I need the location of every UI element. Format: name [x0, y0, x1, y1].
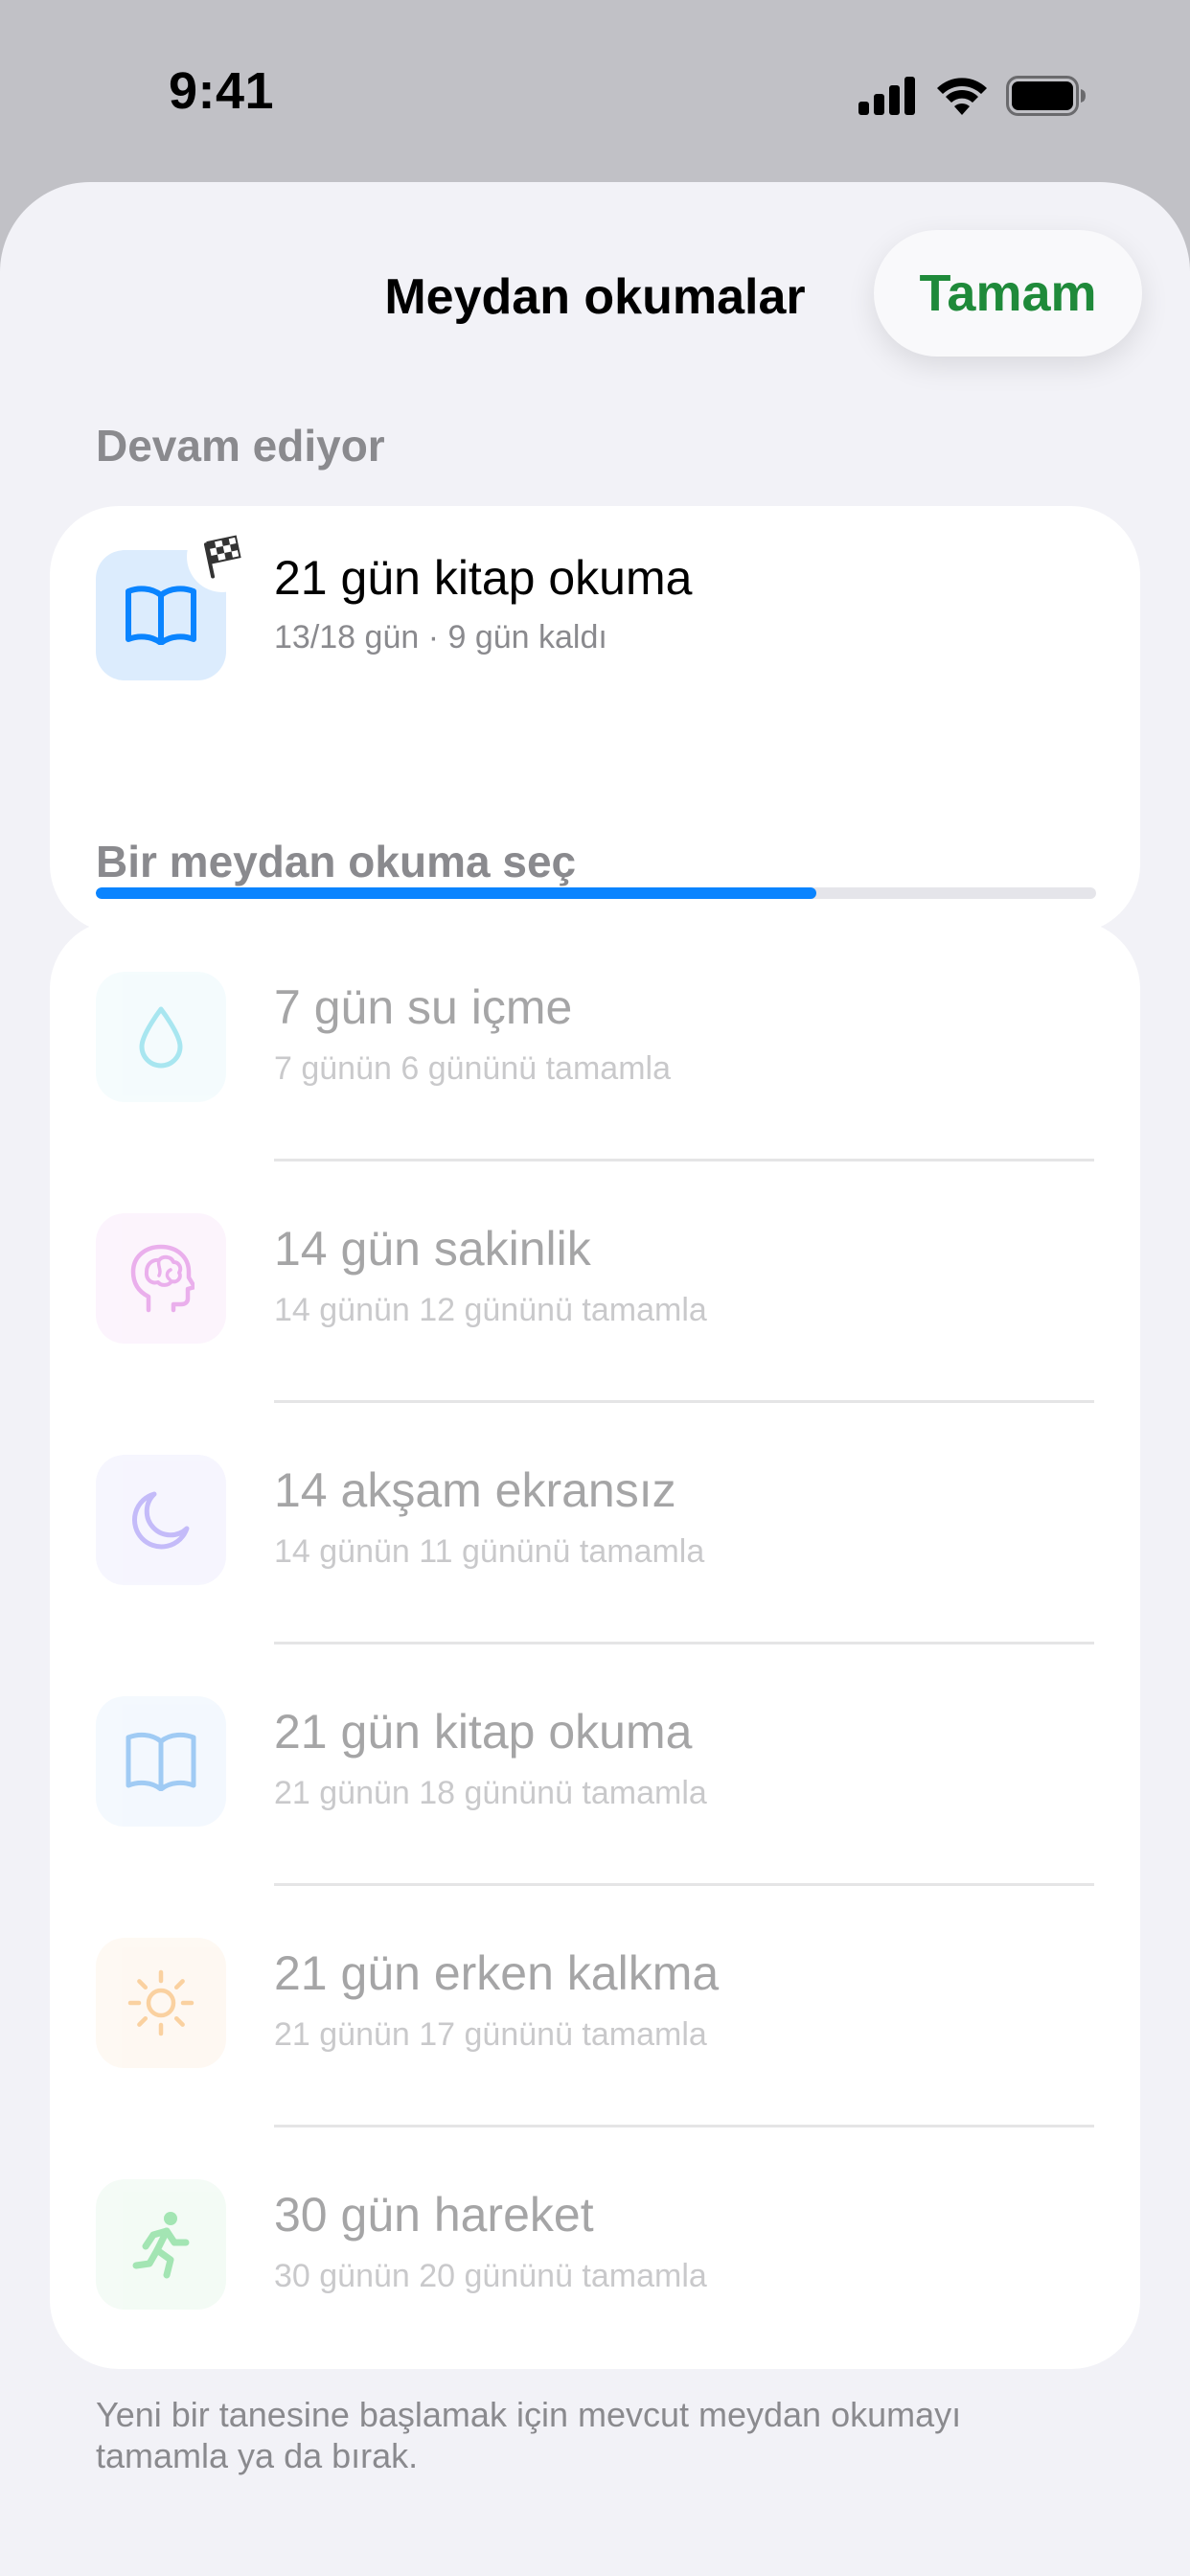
brain-head-icon	[130, 1244, 195, 1313]
challenges-sheet: Meydan okumalar Tamam Devam ediyor 21 gü…	[0, 182, 1190, 2576]
sun-icon	[127, 1969, 195, 2036]
status-time: 9:41	[169, 62, 275, 120]
challenge-row-calm[interactable]: 14 gün sakinlik 14 günün 12 gününü tamam…	[50, 1162, 1140, 1403]
challenge-subtitle: 30 günün 20 gününü tamamla	[274, 2258, 707, 2294]
battery-icon	[1006, 76, 1086, 116]
challenge-icon-tile	[96, 1696, 226, 1827]
flag-badge	[187, 521, 258, 592]
challenge-icon-tile	[96, 1213, 226, 1344]
active-challenge-subtitle: 13/18 gün · 9 gün kaldı	[274, 619, 607, 656]
challenge-title: 14 gün sakinlik	[274, 1222, 591, 1276]
challenge-icon-tile	[96, 2179, 226, 2310]
done-button[interactable]: Tamam	[874, 230, 1142, 356]
challenge-subtitle: 14 günün 11 gününü tamamla	[274, 1533, 705, 1570]
challenge-icon-tile	[96, 972, 226, 1102]
moon-icon	[132, 1491, 190, 1550]
challenge-list: 7 gün su içme 7 günün 6 gününü tamamla 1…	[50, 920, 1140, 2369]
challenge-icon-tile	[96, 1938, 226, 2068]
progress-bar	[96, 887, 1096, 899]
cellular-signal-icon	[858, 77, 915, 115]
wifi-icon	[937, 78, 987, 115]
running-figure-icon	[132, 2212, 190, 2279]
challenge-subtitle: 7 günün 6 gününü tamamla	[274, 1050, 671, 1087]
checkered-flag-icon	[203, 535, 241, 579]
footer-note: Yeni bir tanesine başlamak için mevcut m…	[96, 2395, 962, 2475]
challenge-subtitle: 21 günün 18 gününü tamamla	[274, 1775, 707, 1811]
challenge-row-water[interactable]: 7 gün su içme 7 günün 6 gününü tamamla	[50, 920, 1140, 1162]
water-drop-icon	[139, 1006, 183, 1069]
status-icons	[858, 69, 1087, 123]
challenge-title: 21 gün kitap okuma	[274, 1705, 693, 1759]
challenge-title: 30 gün hareket	[274, 2188, 594, 2242]
challenge-title: 14 akşam ekransız	[274, 1463, 676, 1517]
challenge-row-reading[interactable]: 21 gün kitap okuma 21 günün 18 gününü ta…	[50, 1644, 1140, 1886]
challenge-row-movement[interactable]: 30 gün hareket 30 günün 20 gününü tamaml…	[50, 2128, 1140, 2369]
challenge-subtitle: 21 günün 17 gününü tamamla	[274, 2016, 707, 2053]
challenge-subtitle: 14 günün 12 gününü tamamla	[274, 1292, 707, 1328]
active-challenge-title: 21 gün kitap okuma	[274, 551, 693, 605]
section-label-choose: Bir meydan okuma seç	[96, 837, 577, 886]
challenge-row-no-screen[interactable]: 14 akşam ekransız 14 günün 11 gününü tam…	[50, 1403, 1140, 1644]
challenge-title: 7 gün su içme	[274, 980, 573, 1034]
section-label-in-progress: Devam ediyor	[96, 421, 385, 471]
progress-fill	[96, 887, 816, 899]
challenge-row-early-rise[interactable]: 21 gün erken kalkma 21 günün 17 gününü t…	[50, 1886, 1140, 2128]
challenge-icon-tile	[96, 1455, 226, 1585]
status-bar: 9:41	[0, 0, 1190, 182]
challenge-title: 21 gün erken kalkma	[274, 1946, 720, 2000]
book-icon	[126, 1732, 196, 1791]
book-icon	[126, 586, 196, 645]
